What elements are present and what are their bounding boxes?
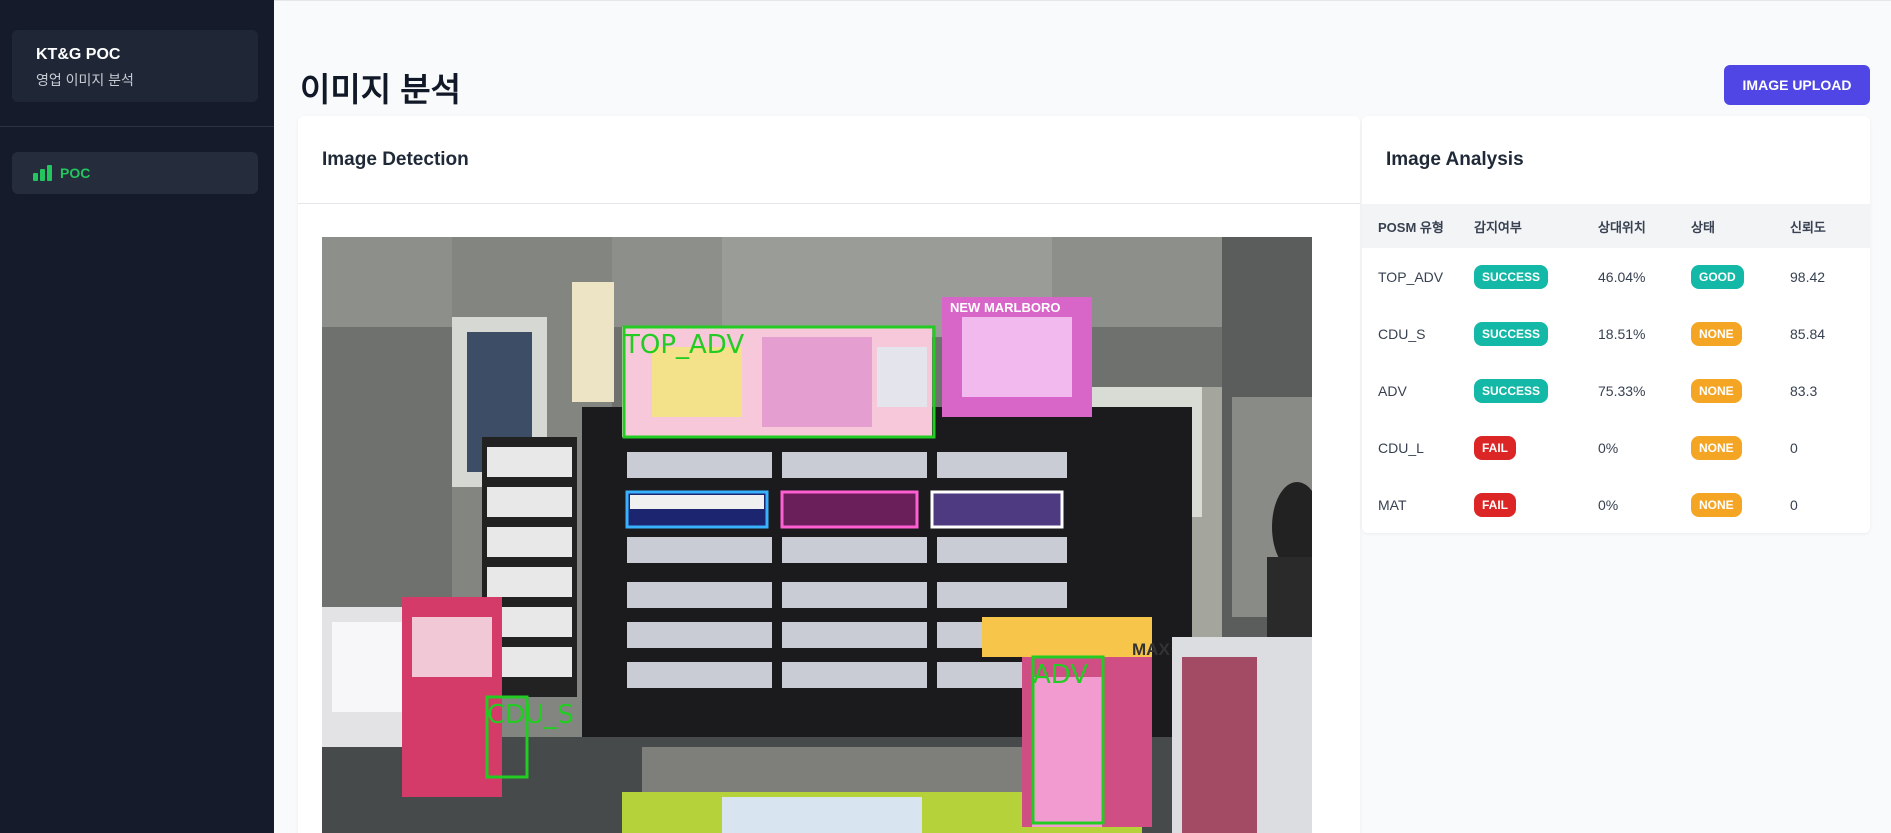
sign-new-marlboro: NEW MARLBORO [950,300,1061,315]
sidebar-divider [0,126,274,127]
image-upload-button[interactable]: IMAGE UPLOAD [1724,65,1870,105]
table-row: ADV SUCCESS 75.33% NONE 83.3 [1362,362,1870,419]
column-header-posm-type: POSM 유형 [1378,219,1444,235]
status-badge: NONE [1691,378,1742,403]
image-detection-title: Image Detection [322,148,469,170]
detection-label-adv: ADV [1033,660,1088,690]
cell-type: CDU_S [1378,325,1426,342]
cell-position: 0% [1598,439,1619,456]
table-row: CDU_L FAIL 0% NONE 0 [1362,419,1870,476]
brand-title: KT&G POC [36,46,121,63]
table-header-row: POSM 유형 감지여부 상대위치 상태 신뢰도 [1362,204,1870,248]
sidebar: KT&G POC 영업 이미지 분석 POC [0,0,274,833]
sidebar-item-poc[interactable]: POC [12,152,258,194]
cell-type: ADV [1378,382,1407,399]
column-header-position: 상대위치 [1598,219,1646,235]
detection-label-top-adv: TOP_ADV [623,330,744,360]
cell-type: CDU_L [1378,439,1424,456]
table-row: MAT FAIL 0% NONE 0 [1362,476,1870,533]
status-badge: NONE [1691,321,1742,346]
brand-card: KT&G POC 영업 이미지 분석 [12,30,258,102]
cell-position: 75.33% [1598,382,1646,399]
cell-type: TOP_ADV [1378,268,1444,285]
status-badge: NONE [1691,492,1742,517]
column-header-status: 상태 [1691,219,1715,235]
table-row: CDU_S SUCCESS 18.51% NONE 85.84 [1362,305,1870,362]
sidebar-item-label: POC [60,165,91,181]
cell-confidence: 0 [1790,439,1798,456]
image-detection-header: Image Detection [298,116,1360,204]
image-analysis-title: Image Analysis [1386,149,1524,170]
detected-badge: SUCCESS [1474,378,1549,403]
cell-confidence: 0 [1790,496,1798,513]
cell-confidence: 83.3 [1790,382,1818,399]
brand-subtitle: 영업 이미지 분석 [36,72,134,88]
page-title: 이미지 분석 [300,71,461,108]
analysis-table: POSM 유형 감지여부 상대위치 상태 신뢰도 TOP_ADV SUCCESS… [1362,204,1870,533]
cell-confidence: 85.84 [1790,325,1826,342]
cell-type: MAT [1378,496,1407,513]
table-row: TOP_ADV SUCCESS 46.04% GOOD 98.42 [1362,248,1870,305]
main-content: 이미지 분석 IMAGE UPLOAD Image Detection NEW … [274,0,1891,833]
detection-photo: NEW MARLBORO MAX TOP_ADV CDU_S ADV [322,237,1312,833]
column-header-confidence: 신뢰도 [1790,219,1826,235]
image-detection-card: Image Detection NEW MARLBORO MAX TOP_ADV… [298,116,1360,833]
status-badge: NONE [1691,435,1742,460]
detected-badge: FAIL [1474,492,1516,517]
detected-badge: SUCCESS [1474,321,1549,346]
sign-max: MAX [1132,640,1170,659]
cell-position: 46.04% [1598,268,1646,285]
column-header-detected: 감지여부 [1474,219,1522,235]
image-analysis-card: Image Analysis POSM 유형 감지여부 상대위치 상태 신뢰도 … [1362,116,1870,533]
status-badge: GOOD [1691,264,1744,289]
cell-position: 18.51% [1598,325,1646,342]
detection-label-cdu-s: CDU_S [487,700,574,730]
detection-photo-svg: NEW MARLBORO MAX TOP_ADV CDU_S ADV [322,237,1312,833]
detected-badge: SUCCESS [1474,264,1549,289]
detected-badge: FAIL [1474,435,1516,460]
bar-chart-icon [33,165,52,181]
image-analysis-header: Image Analysis [1362,116,1870,204]
cell-confidence: 98.42 [1790,268,1826,285]
cell-position: 0% [1598,496,1619,513]
